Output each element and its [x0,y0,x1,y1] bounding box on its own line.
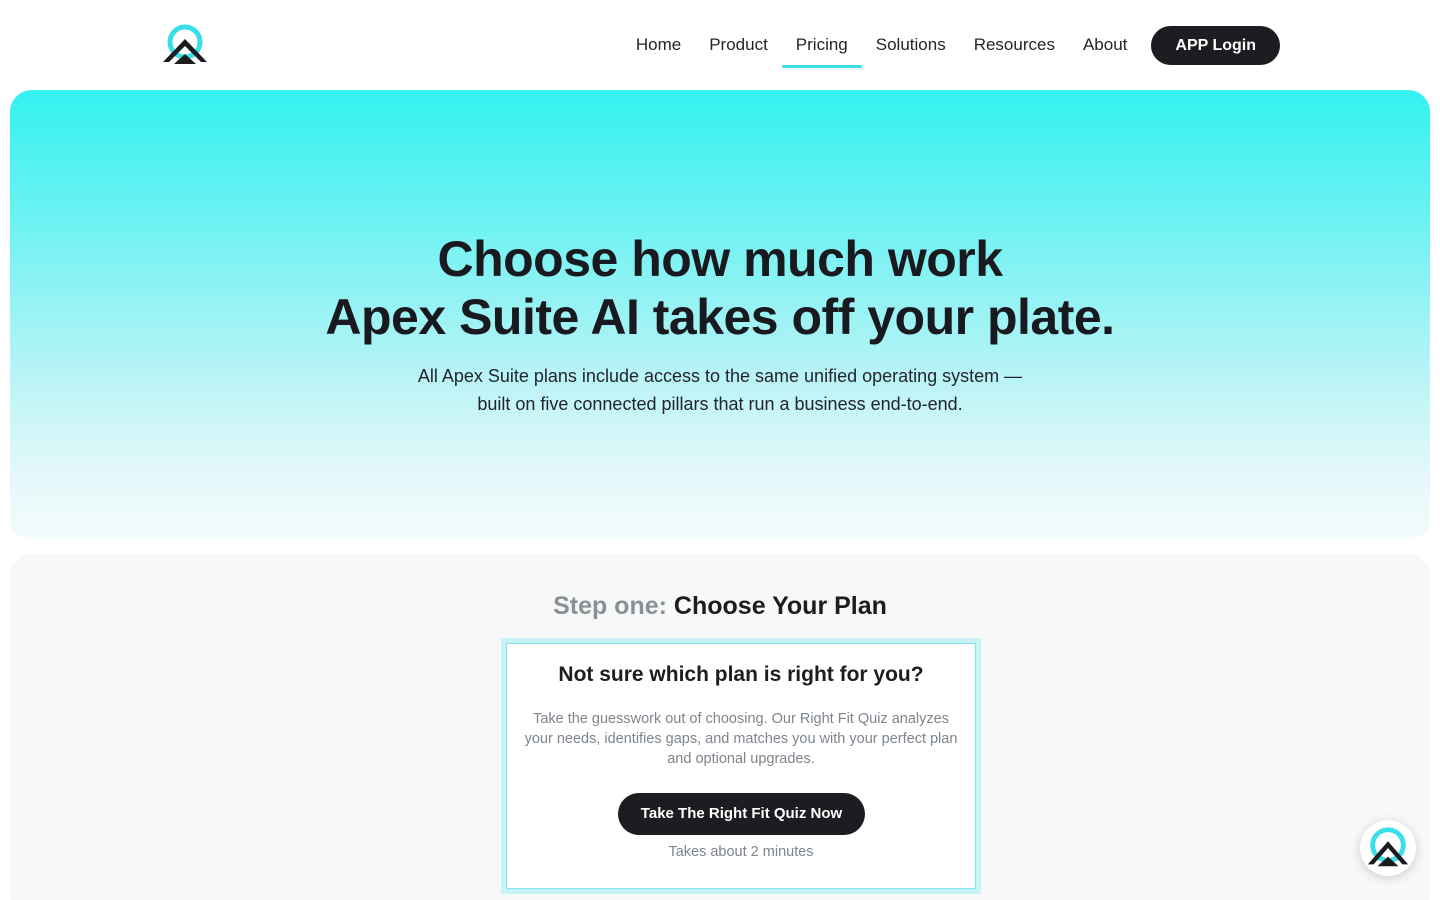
nav-about[interactable]: About [1069,24,1141,66]
hero-title: Choose how much work Apex Suite AI takes… [10,230,1430,346]
nav-product[interactable]: Product [695,24,782,66]
app-login-button[interactable]: APP Login [1151,25,1280,65]
nav-solutions[interactable]: Solutions [862,24,960,66]
apex-logo-icon[interactable] [160,24,210,66]
quiz-card: Not sure which plan is right for you? Ta… [501,638,981,894]
apex-logo-icon [1367,827,1409,867]
main-nav: Home Product Pricing Solutions Resources… [622,24,1280,68]
hero-subtitle-line1: All Apex Suite plans include access to t… [417,366,1023,386]
site-header: Home Product Pricing Solutions Resources… [0,0,1440,90]
hero-subtitle-line2: built on five connected pillars that run… [477,394,963,414]
nav-resources[interactable]: Resources [960,24,1069,66]
hero-title-line1: Choose how much work [437,231,1003,287]
nav-pricing[interactable]: Pricing [781,24,862,68]
step-heading: Step one: Choose Your Plan [10,592,1430,621]
nav-home[interactable]: Home [622,24,695,66]
step-title: Choose Your Plan [673,592,887,620]
quiz-time-note: Takes about 2 minutes [668,844,814,860]
quiz-title: Not sure which plan is right for you? [558,663,924,686]
plan-section: Step one: Choose Your Plan Not sure whic… [10,554,1430,900]
take-quiz-button[interactable]: Take The Right Fit Quiz Now [618,793,865,835]
hero-title-line2: Apex Suite AI takes off your plate. [325,289,1115,345]
quiz-description: Take the guesswork out of choosing. Our … [524,711,958,767]
hero-subtitle: All Apex Suite plans include access to t… [10,362,1430,418]
step-prefix: Step one: [553,592,667,620]
hero-section: Choose how much work Apex Suite AI takes… [10,90,1430,540]
chat-widget-button[interactable] [1360,820,1416,876]
